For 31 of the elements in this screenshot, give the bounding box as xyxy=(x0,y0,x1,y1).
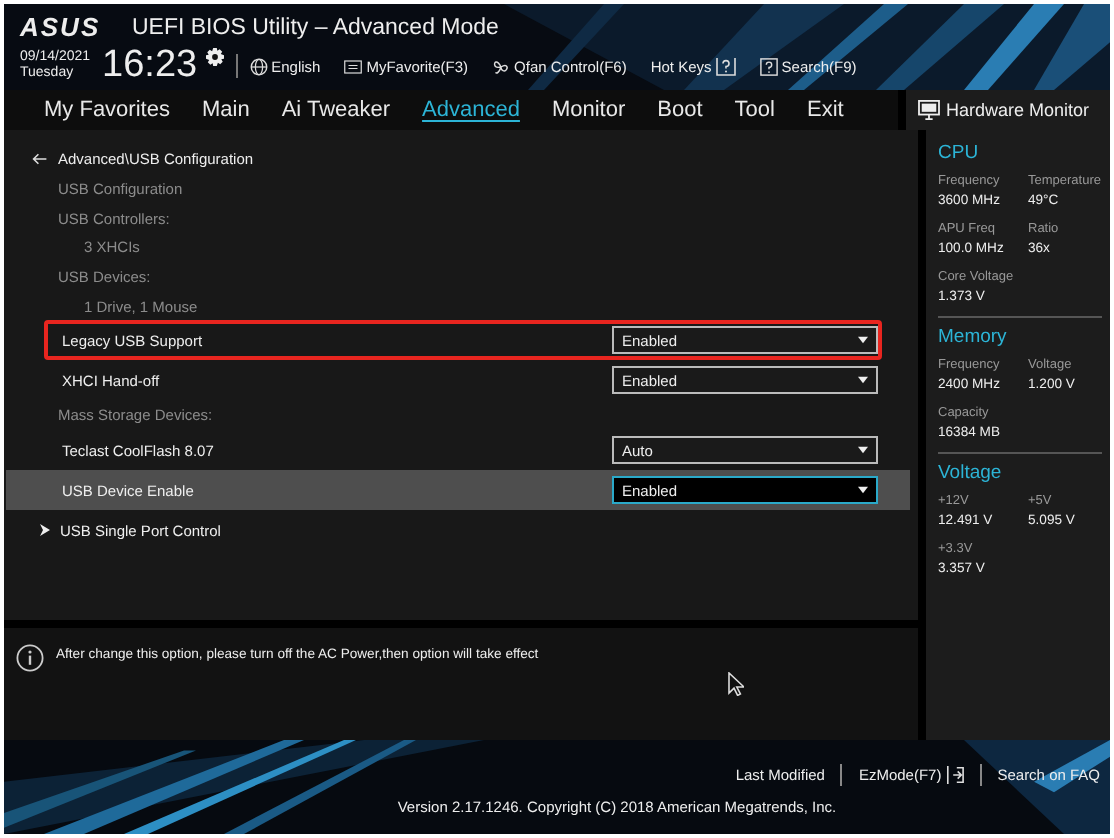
menu-tab[interactable]: Exit xyxy=(790,98,860,122)
section-title: CPU xyxy=(938,142,981,164)
globe-icon xyxy=(249,57,268,75)
help-icon xyxy=(715,56,736,76)
mouse-cursor-icon xyxy=(728,671,744,695)
panel-title: Hardware Monitor xyxy=(946,100,1090,120)
menu-tab[interactable]: Monitor xyxy=(535,98,642,122)
monitor-icon xyxy=(918,100,940,120)
menu-tab[interactable]: Main xyxy=(185,98,266,122)
caret-icon xyxy=(858,446,868,455)
caret-icon xyxy=(858,486,868,495)
section-title: Memory xyxy=(938,326,1009,348)
arrow-icon xyxy=(40,524,50,537)
window-title: UEFI BIOS Utility – Advanced Mode xyxy=(132,15,499,39)
exit-icon xyxy=(945,766,964,784)
menu-tab[interactable]: Ai Tweaker xyxy=(265,98,407,122)
caret-icon xyxy=(858,376,868,385)
menu-tab[interactable]: Boot xyxy=(641,98,719,122)
menu-tab[interactable]: Advanced xyxy=(406,98,536,122)
back-arrow-icon[interactable] xyxy=(32,151,48,165)
brand-logo: ASUS xyxy=(20,12,103,42)
caret-icon xyxy=(858,336,868,345)
menu-tab[interactable]: My Favorites xyxy=(28,98,186,122)
help-icon xyxy=(759,57,778,75)
fan-icon xyxy=(492,57,511,75)
menu-tab[interactable]: Tool xyxy=(718,98,791,122)
list-icon xyxy=(344,57,363,75)
clock-time: 16:23 xyxy=(102,44,198,88)
info-icon xyxy=(16,643,44,671)
gear-icon[interactable] xyxy=(205,48,224,66)
section-title: Voltage xyxy=(938,462,1004,484)
